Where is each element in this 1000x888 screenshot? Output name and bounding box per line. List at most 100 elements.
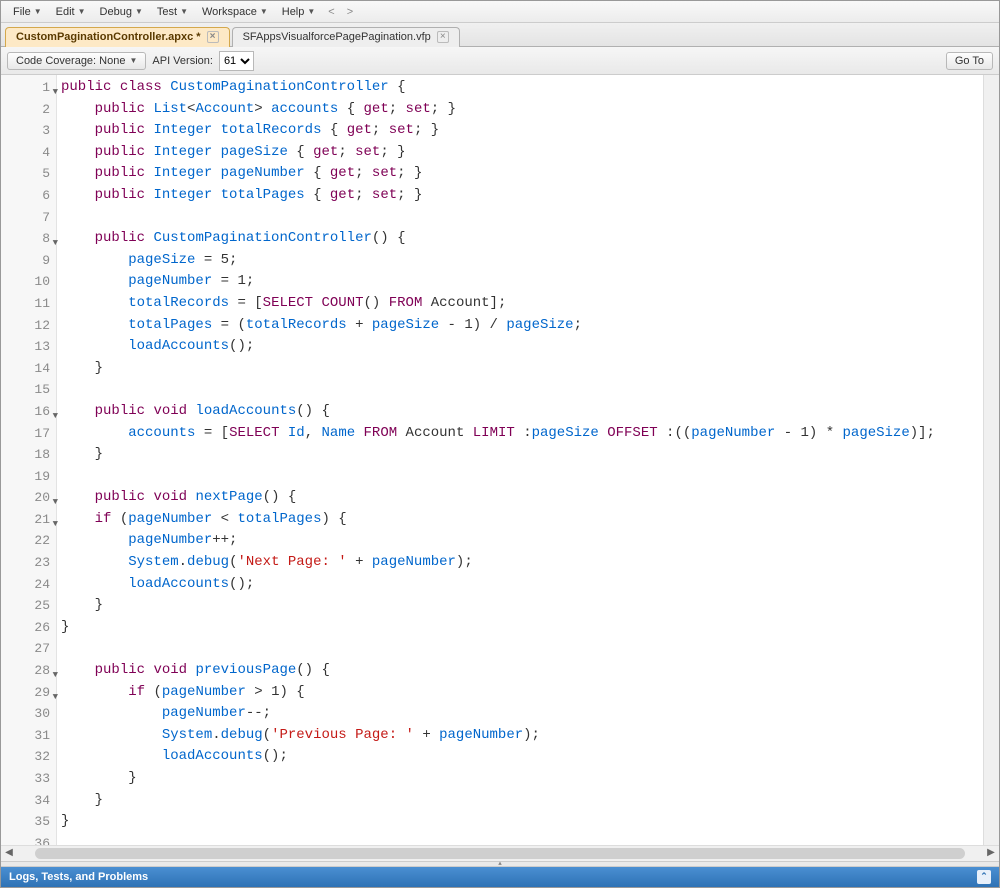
nav-forward-button[interactable]: > [342, 4, 358, 20]
code-line[interactable]: } [61, 768, 983, 790]
line-number: 36 [1, 833, 56, 845]
code-line[interactable]: } [61, 811, 983, 833]
code-line[interactable]: public void nextPage() { [61, 487, 983, 509]
code-line[interactable]: pageNumber++; [61, 530, 983, 552]
line-number: 18 [1, 444, 56, 466]
menu-edit[interactable]: Edit▼ [50, 4, 92, 20]
code-line[interactable]: } [61, 617, 983, 639]
caret-down-icon: ▼ [307, 7, 315, 16]
line-number: 34 [1, 790, 56, 812]
code-line[interactable]: loadAccounts(); [61, 746, 983, 768]
line-number: 28▼ [1, 660, 56, 682]
code-line[interactable] [61, 207, 983, 229]
code-line[interactable]: public Integer totalPages { get; set; } [61, 185, 983, 207]
api-version-label: API Version: [152, 55, 213, 67]
line-number: 2 [1, 99, 56, 121]
line-number: 16▼ [1, 401, 56, 423]
line-number: 30 [1, 703, 56, 725]
code-line[interactable]: public void previousPage() { [61, 660, 983, 682]
code-line[interactable]: public Integer totalRecords { get; set; … [61, 120, 983, 142]
code-area[interactable]: public class CustomPaginationController … [57, 75, 983, 845]
logs-tests-problems-panel[interactable]: Logs, Tests, and Problems ⌃ [1, 867, 999, 887]
code-line[interactable] [61, 379, 983, 401]
code-line[interactable] [61, 466, 983, 488]
scroll-left-icon[interactable]: ◀ [1, 846, 17, 861]
line-number: 25 [1, 595, 56, 617]
editor-toolbar: Code Coverage: None▼ API Version: 61 Go … [1, 47, 999, 75]
menu-workspace[interactable]: Workspace▼ [196, 4, 274, 20]
code-line[interactable] [61, 833, 983, 845]
code-line[interactable]: public class CustomPaginationController … [61, 77, 983, 99]
line-number: 14 [1, 358, 56, 380]
caret-down-icon: ▼ [135, 7, 143, 16]
line-number: 17 [1, 423, 56, 445]
code-line[interactable]: public CustomPaginationController() { [61, 228, 983, 250]
close-icon[interactable]: × [437, 31, 449, 43]
tab-label: SFAppsVisualforcePagePagination.vfp [243, 31, 431, 43]
code-line[interactable]: loadAccounts(); [61, 574, 983, 596]
tab-custompaginationcontroller[interactable]: CustomPaginationController.apxc * × [5, 27, 230, 47]
menu-file[interactable]: File▼ [7, 4, 48, 20]
line-number: 10 [1, 271, 56, 293]
line-number: 8▼ [1, 228, 56, 250]
menu-debug[interactable]: Debug▼ [94, 4, 149, 20]
goto-button[interactable]: Go To [946, 52, 993, 70]
menu-test[interactable]: Test▼ [151, 4, 194, 20]
line-number: 21▼ [1, 509, 56, 531]
nav-back-button[interactable]: < [323, 4, 339, 20]
code-line[interactable]: } [61, 358, 983, 380]
code-line[interactable]: public List<Account> accounts { get; set… [61, 99, 983, 121]
code-line[interactable]: public Integer pageSize { get; set; } [61, 142, 983, 164]
code-line[interactable]: public void loadAccounts() { [61, 401, 983, 423]
code-line[interactable]: } [61, 444, 983, 466]
code-line[interactable]: System.debug('Next Page: ' + pageNumber)… [61, 552, 983, 574]
code-line[interactable]: if (pageNumber < totalPages) { [61, 509, 983, 531]
line-number: 12 [1, 315, 56, 337]
line-number: 35 [1, 811, 56, 833]
line-number: 11 [1, 293, 56, 315]
code-line[interactable]: totalPages = (totalRecords + pageSize - … [61, 315, 983, 337]
caret-down-icon: ▼ [78, 7, 86, 16]
line-number: 22 [1, 530, 56, 552]
code-line[interactable]: loadAccounts(); [61, 336, 983, 358]
line-number: 33 [1, 768, 56, 790]
code-line[interactable]: pageSize = 5; [61, 250, 983, 272]
caret-down-icon: ▼ [260, 7, 268, 16]
code-line[interactable]: totalRecords = [SELECT COUNT() FROM Acco… [61, 293, 983, 315]
menu-bar: File▼ Edit▼ Debug▼ Test▼ Workspace▼ Help… [1, 1, 999, 23]
close-icon[interactable]: × [207, 31, 219, 43]
code-line[interactable] [61, 638, 983, 660]
code-line[interactable]: } [61, 595, 983, 617]
vertical-scrollbar[interactable] [983, 75, 999, 845]
line-number: 5 [1, 163, 56, 185]
tab-sfappsvisualforcepagepagination[interactable]: SFAppsVisualforcePagePagination.vfp × [232, 27, 460, 47]
line-number: 19 [1, 466, 56, 488]
line-number: 31 [1, 725, 56, 747]
line-number: 23 [1, 552, 56, 574]
line-number: 27 [1, 638, 56, 660]
code-line[interactable]: System.debug('Previous Page: ' + pageNum… [61, 725, 983, 747]
bottom-panel-label: Logs, Tests, and Problems [9, 871, 148, 883]
line-number: 6 [1, 185, 56, 207]
horizontal-scrollbar[interactable]: ◀ ▶ [1, 845, 999, 861]
menu-help[interactable]: Help▼ [276, 4, 322, 20]
line-number: 32 [1, 746, 56, 768]
code-line[interactable]: pageNumber--; [61, 703, 983, 725]
line-number: 1▼ [1, 77, 56, 99]
caret-down-icon: ▼ [34, 7, 42, 16]
code-line[interactable]: pageNumber = 1; [61, 271, 983, 293]
scroll-right-icon[interactable]: ▶ [983, 846, 999, 861]
code-line[interactable]: public Integer pageNumber { get; set; } [61, 163, 983, 185]
code-editor[interactable]: 1▼2345678▼910111213141516▼17181920▼21▼22… [1, 75, 999, 845]
code-coverage-dropdown[interactable]: Code Coverage: None▼ [7, 52, 146, 70]
code-line[interactable]: if (pageNumber > 1) { [61, 682, 983, 704]
code-line[interactable]: accounts = [SELECT Id, Name FROM Account… [61, 423, 983, 445]
expand-panel-icon[interactable]: ⌃ [977, 870, 991, 884]
line-number: 7 [1, 207, 56, 229]
scrollbar-track[interactable] [35, 848, 965, 859]
tab-label: CustomPaginationController.apxc * [16, 31, 201, 43]
line-number: 13 [1, 336, 56, 358]
caret-down-icon: ▼ [129, 56, 137, 65]
code-line[interactable]: } [61, 790, 983, 812]
api-version-select[interactable]: 61 [219, 51, 254, 71]
